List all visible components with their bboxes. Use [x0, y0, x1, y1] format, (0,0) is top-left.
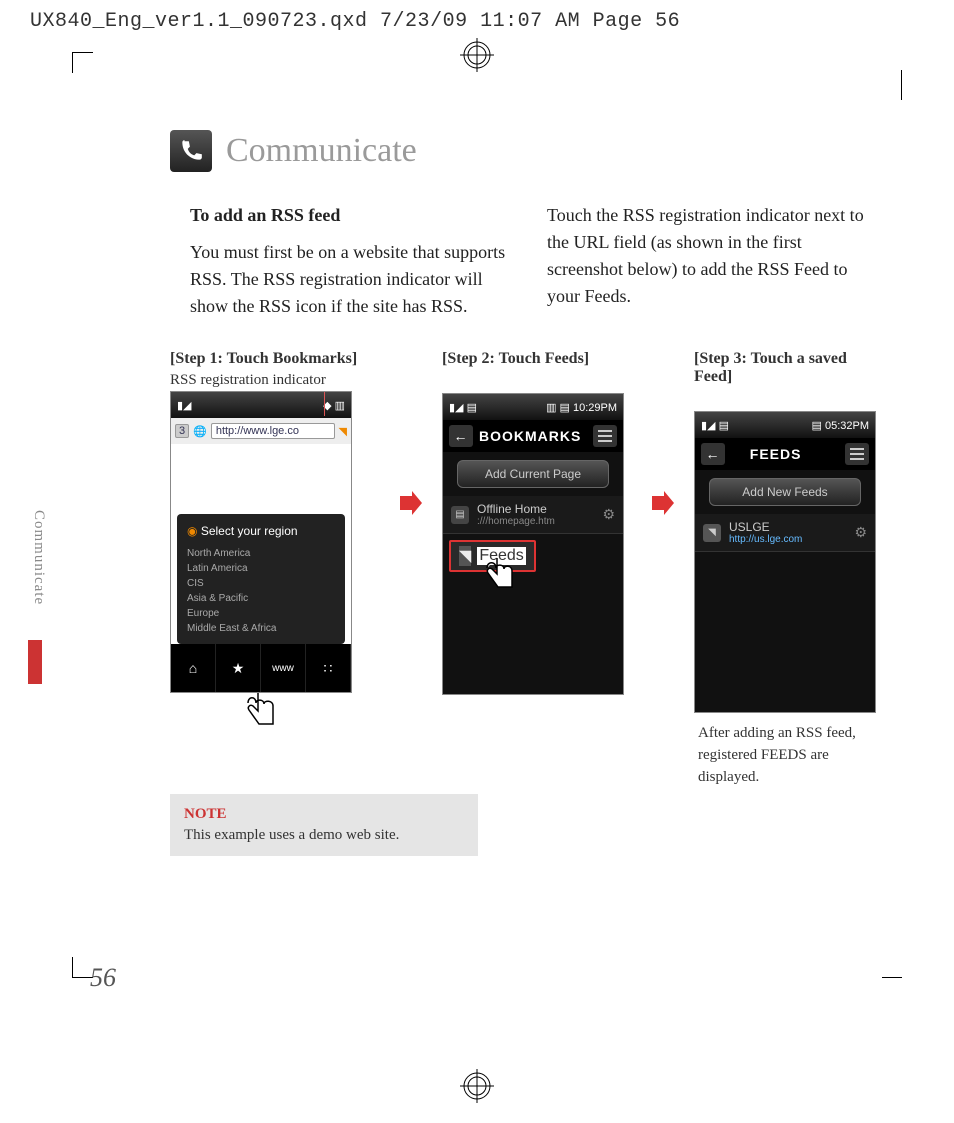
hand-cursor-icon — [240, 687, 380, 744]
callout-line — [324, 391, 325, 416]
url-text: http://www.lge.co — [211, 423, 335, 439]
phone-icon — [170, 130, 212, 172]
feeds-item-highlight: ◥ Feeds — [449, 540, 536, 572]
page-title: Communicate — [226, 132, 417, 170]
rss-icon: ◥ — [703, 524, 721, 542]
back-icon: ← — [701, 443, 725, 465]
region-panel: ◉ Select your region North America Latin… — [177, 514, 345, 644]
bookmark-item: ▤ Offline Home :///homepage.htm ⚙ — [443, 496, 623, 534]
page-number: 56 — [90, 963, 116, 993]
print-header: UX840_Eng_ver1.1_090723.qxd 7/23/09 11:0… — [0, 0, 954, 43]
phone-screenshot-1: ▮◢◆ ▥ 3 🌐 http://www.lge.co ◥ ◉ Select y… — [170, 391, 352, 693]
note-box: NOTE This example uses a demo web site. — [170, 794, 478, 856]
toolbar: ⌂ ★ www ∷ — [171, 644, 351, 692]
body-text: You must first be on a website that supp… — [190, 239, 507, 320]
body-text: Touch the RSS registration indicator nex… — [547, 202, 864, 310]
status-bar: ▮◢ ▤▥ ▤ 10:29PM — [443, 394, 623, 420]
registration-mark-top — [460, 38, 494, 72]
hand-cursor-icon — [481, 554, 521, 607]
add-feeds-button: Add New Feeds — [709, 478, 861, 506]
crop-mark — [881, 70, 902, 100]
phone-screenshot-2: ▮◢ ▤▥ ▤ 10:29PM ← BOOKMARKS Add Current … — [442, 393, 624, 695]
list-icon — [593, 425, 617, 447]
rss-icon: ◥ — [339, 425, 347, 438]
side-tab-accent — [28, 640, 42, 684]
rss-indicator-caption: RSS registration indicator — [170, 372, 380, 389]
feed-item: ◥ USLGE http://us.lge.com ⚙ — [695, 514, 875, 552]
step-label: [Step 3: Touch a saved Feed] — [694, 350, 884, 386]
side-tab-label: Communicate — [30, 510, 47, 605]
crop-mark — [882, 957, 902, 978]
add-page-button: Add Current Page — [457, 460, 609, 488]
rss-icon: ◥ — [459, 546, 471, 566]
arrow-icon — [398, 490, 424, 516]
screen-header: ← BOOKMARKS — [443, 420, 623, 452]
screen-header: ← FEEDS — [695, 438, 875, 470]
url-bar: 3 🌐 http://www.lge.co ◥ — [171, 418, 351, 444]
caption-text: After adding an RSS feed, registered FEE… — [694, 723, 884, 788]
step-label: [Step 2: Touch Feeds] — [442, 350, 632, 368]
section-heading: To add an RSS feed — [190, 202, 507, 229]
page-icon: ▤ — [451, 506, 469, 524]
note-label: NOTE — [184, 806, 464, 823]
registration-mark-bottom — [460, 1069, 494, 1103]
gear-icon: ⚙ — [602, 506, 615, 523]
list-icon — [845, 443, 869, 465]
step-label: [Step 1: Touch Bookmarks] — [170, 350, 380, 368]
phone-screenshot-3: ▮◢ ▤▤ 05:32PM ← FEEDS Add New Feeds ◥ US… — [694, 411, 876, 713]
arrow-icon — [650, 490, 676, 516]
back-icon: ← — [449, 425, 473, 447]
crop-mark — [72, 52, 93, 73]
note-body: This example uses a demo web site. — [184, 827, 464, 844]
gear-icon: ⚙ — [854, 524, 867, 541]
status-bar: ▮◢ ▤▤ 05:32PM — [695, 412, 875, 438]
